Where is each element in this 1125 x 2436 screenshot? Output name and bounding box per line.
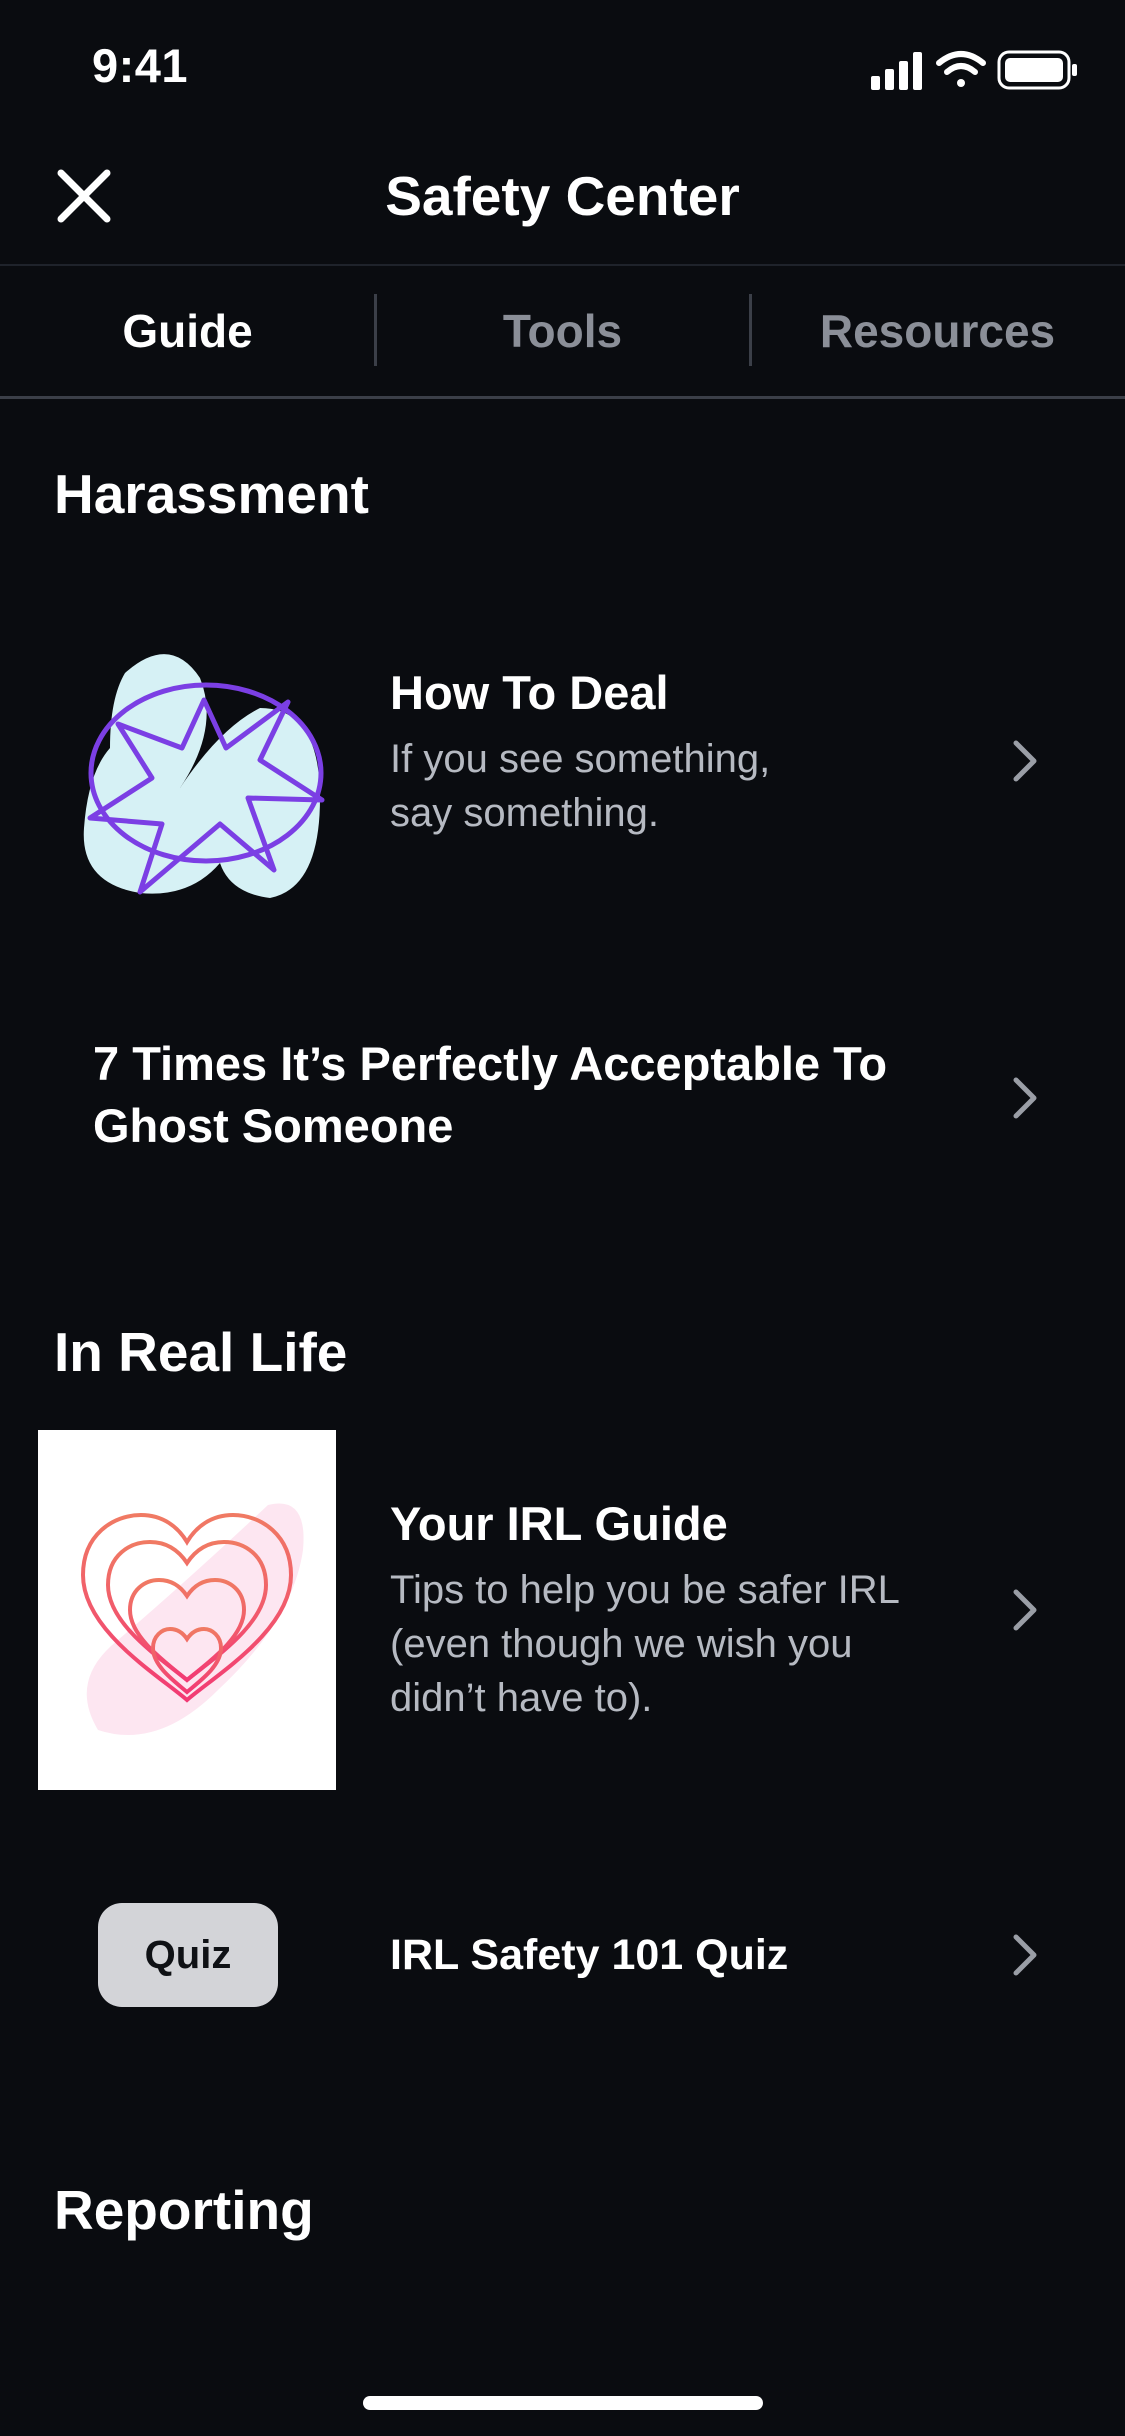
tab-guide[interactable]: Guide <box>0 266 375 396</box>
status-time: 9:41 <box>92 39 189 92</box>
chevron-right-icon <box>1013 740 1037 782</box>
guide-item-title: IRL Safety 101 Quiz <box>390 1931 789 1979</box>
guide-item-irl-guide[interactable]: Your IRL Guide Tips to help you be safer… <box>0 1430 1125 1790</box>
section-title-reporting: Reporting <box>54 2179 314 2241</box>
wifi-icon <box>936 51 986 87</box>
guide-item-subtitle: didn’t have to). <box>390 1676 653 1720</box>
guide-item-subtitle: say something. <box>390 791 660 835</box>
chevron-right-icon <box>1013 1934 1037 1976</box>
section-title-in-real-life: In Real Life <box>54 1321 348 1383</box>
section-title-harassment: Harassment <box>54 463 369 525</box>
guide-item-subtitle: (even though we wish you <box>390 1622 853 1666</box>
hearts-illustration-icon <box>80 1503 304 1735</box>
battery-icon <box>997 50 1077 90</box>
guide-item-title: How To Deal <box>390 666 669 719</box>
page-title: Safety Center <box>385 165 740 227</box>
signal-icon <box>871 52 922 90</box>
guide-item-title: Your IRL Guide <box>390 1497 728 1550</box>
tab-separator <box>749 294 752 366</box>
guide-item-title: 7 Times It’s Perfectly Acceptable To <box>93 1037 888 1090</box>
guide-item-subtitle: If you see something, <box>390 737 771 781</box>
tabs-divider <box>0 396 1125 399</box>
tab-resources[interactable]: Resources <box>750 266 1125 396</box>
chevron-right-icon <box>1013 1589 1037 1631</box>
tab-bar: Guide Tools Resources <box>0 266 1125 396</box>
tab-tools[interactable]: Tools <box>375 266 750 396</box>
tab-separator <box>374 294 377 366</box>
chevron-right-icon <box>1013 1077 1037 1119</box>
harassment-illustration-icon <box>83 654 325 898</box>
guide-item-subtitle: Tips to help you be safer IRL <box>390 1568 900 1612</box>
guide-item-title: Ghost Someone <box>93 1099 454 1152</box>
quiz-badge: Quiz <box>98 1903 278 2007</box>
guide-item-how-to-deal[interactable]: How To Deal If you see something, say so… <box>0 610 1125 900</box>
irl-guide-thumbnail <box>38 1430 336 1790</box>
home-indicator[interactable] <box>363 2396 763 2410</box>
status-icons <box>871 50 1077 90</box>
guide-item-ghosting[interactable]: 7 Times It’s Perfectly Acceptable To Gho… <box>0 1020 1125 1170</box>
